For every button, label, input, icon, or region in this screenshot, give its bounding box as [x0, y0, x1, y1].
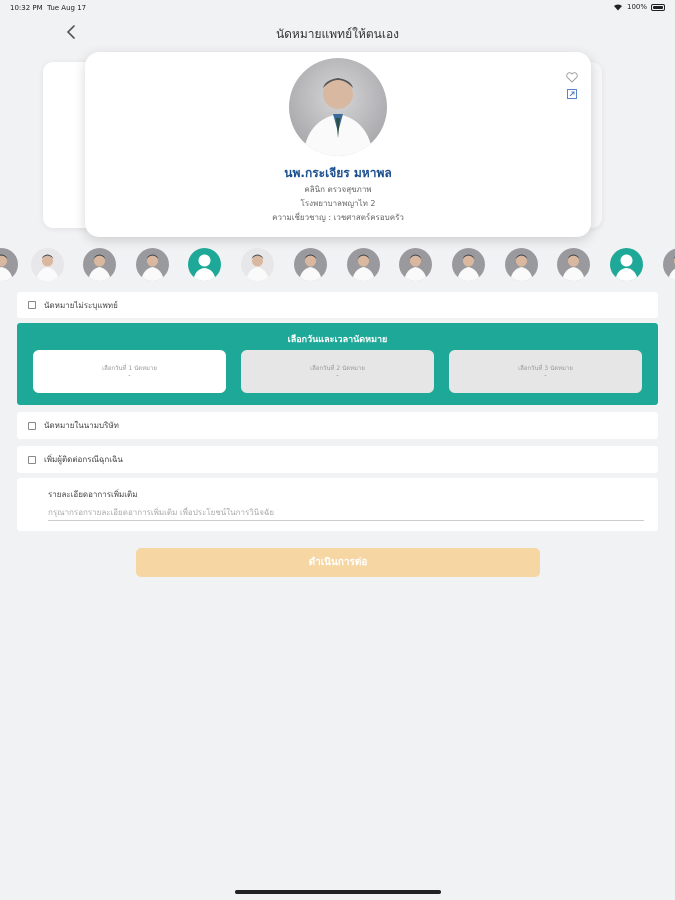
emergency-contact-checkbox[interactable]	[28, 455, 36, 464]
doctor-card: นพ.กระเจียร มหาพล คลินิก ตรวจสุขภาพ โรงพ…	[85, 52, 591, 237]
doctor-avatar-photo	[404, 254, 427, 281]
doctor-avatar[interactable]	[347, 248, 380, 281]
doctor-avatar[interactable]	[294, 248, 327, 281]
appointment-panel: เลือกวันและเวลานัดหมาย เลือกวันที่ 1 นัด…	[17, 323, 658, 405]
doctor-avatar-photo	[457, 254, 480, 281]
doctor-specialty: ความเชี่ยวชาญ : เวชศาสตร์ครอบครัว	[272, 213, 404, 222]
emergency-contact-option[interactable]: เพิ่มผู้ติดต่อกรณีฉุกเฉิน	[17, 446, 658, 473]
doctor-avatar-photo	[141, 254, 164, 281]
slot-value: -	[544, 372, 547, 379]
no-doctor-row[interactable]: นัดหมายไม่ระบุแพทย์	[17, 292, 658, 318]
doctor-clinic: คลินิก ตรวจสุขภาพ	[304, 185, 372, 194]
doctor-avatar[interactable]	[663, 248, 675, 281]
appointment-panel-title: เลือกวันและเวลานัดหมาย	[287, 335, 388, 345]
doctor-avatar-photo	[299, 254, 322, 281]
company-checkbox[interactable]	[28, 421, 36, 430]
doctor-avatar-photo	[352, 254, 375, 281]
battery-icon	[651, 3, 665, 11]
status-time: 10:32 PM Tue Aug 17	[10, 4, 86, 12]
status-time-value: 10:32 PM	[10, 4, 43, 12]
notes-label: รายละเอียดอาการเพิ่มเติม	[48, 490, 138, 499]
person-icon	[615, 254, 638, 281]
wifi-icon	[613, 4, 622, 11]
doctor-avatar[interactable]	[241, 248, 274, 281]
company-option[interactable]: นัดหมายในนามบริษัท	[17, 412, 658, 439]
page-title: นัดหมายแพทย์ให้ตนเอง	[275, 27, 400, 41]
slot-value: -	[336, 372, 339, 379]
doctor-avatar-placeholder[interactable]	[610, 248, 643, 281]
doctor-avatar[interactable]	[136, 248, 169, 281]
status-bar: 10:32 PM Tue Aug 17 100%	[0, 0, 675, 16]
doctor-portrait	[303, 78, 373, 156]
doctor-hospital: โรงพยาบาลพญาไท 2	[300, 199, 376, 208]
status-date: Tue Aug 17	[47, 4, 87, 12]
doctor-name: นพ.กระเจียร มหาพล	[284, 166, 392, 180]
appointment-slot-2[interactable]: เลือกวันที่ 2 นัดหมาย -	[241, 350, 434, 393]
company-label: นัดหมายในนามบริษัท	[44, 421, 119, 430]
status-right: 100%	[613, 3, 665, 11]
no-doctor-option[interactable]: นัดหมายไม่ระบุแพทย์	[17, 292, 658, 318]
no-doctor-label: นัดหมายไม่ระบุแพทย์	[44, 300, 118, 310]
no-doctor-checkbox[interactable]	[28, 301, 36, 309]
doctor-photo	[289, 58, 387, 156]
appointment-slot-1[interactable]: เลือกวันที่ 1 นัดหมาย -	[33, 350, 226, 393]
notes-input[interactable]	[48, 504, 644, 521]
doctor-avatar[interactable]	[557, 248, 590, 281]
doctor-avatar-placeholder[interactable]	[188, 248, 221, 281]
nav-header: นัดหมายแพทย์ให้ตนเอง	[0, 18, 675, 48]
doctor-avatar-photo	[88, 254, 111, 281]
home-indicator	[235, 890, 441, 894]
doctor-avatar-photo	[668, 256, 675, 281]
appointment-slot-3[interactable]: เลือกวันที่ 3 นัดหมาย -	[449, 350, 642, 393]
doctor-avatar[interactable]	[0, 248, 18, 281]
emergency-contact-label: เพิ่มผู้ติดต่อกรณีฉุกเฉิน	[44, 455, 123, 464]
doctor-avatar-photo	[562, 254, 585, 281]
company-row[interactable]: นัดหมายในนามบริษัท	[17, 412, 658, 439]
doctor-avatar-photo	[36, 254, 59, 281]
share-icon[interactable]	[567, 89, 577, 99]
doctor-avatar[interactable]	[399, 248, 432, 281]
doctor-avatar[interactable]	[452, 248, 485, 281]
slot-value: -	[128, 372, 131, 379]
notes-card: รายละเอียดอาการเพิ่มเติม	[17, 478, 658, 531]
doctor-avatar-row	[0, 248, 675, 282]
person-icon	[193, 254, 216, 281]
battery-percent: 100%	[626, 3, 647, 11]
doctor-avatar-photo	[246, 254, 269, 281]
doctor-avatar-photo	[510, 254, 533, 281]
doctor-avatar-photo	[0, 254, 13, 281]
doctor-avatar[interactable]	[83, 248, 116, 281]
doctor-avatar[interactable]	[505, 248, 538, 281]
doctor-avatar[interactable]	[31, 248, 64, 281]
continue-button[interactable]: ดำเนินการต่อ	[136, 548, 540, 577]
heart-icon[interactable]	[566, 72, 578, 83]
emergency-contact-row[interactable]: เพิ่มผู้ติดต่อกรณีฉุกเฉิน	[17, 446, 658, 473]
